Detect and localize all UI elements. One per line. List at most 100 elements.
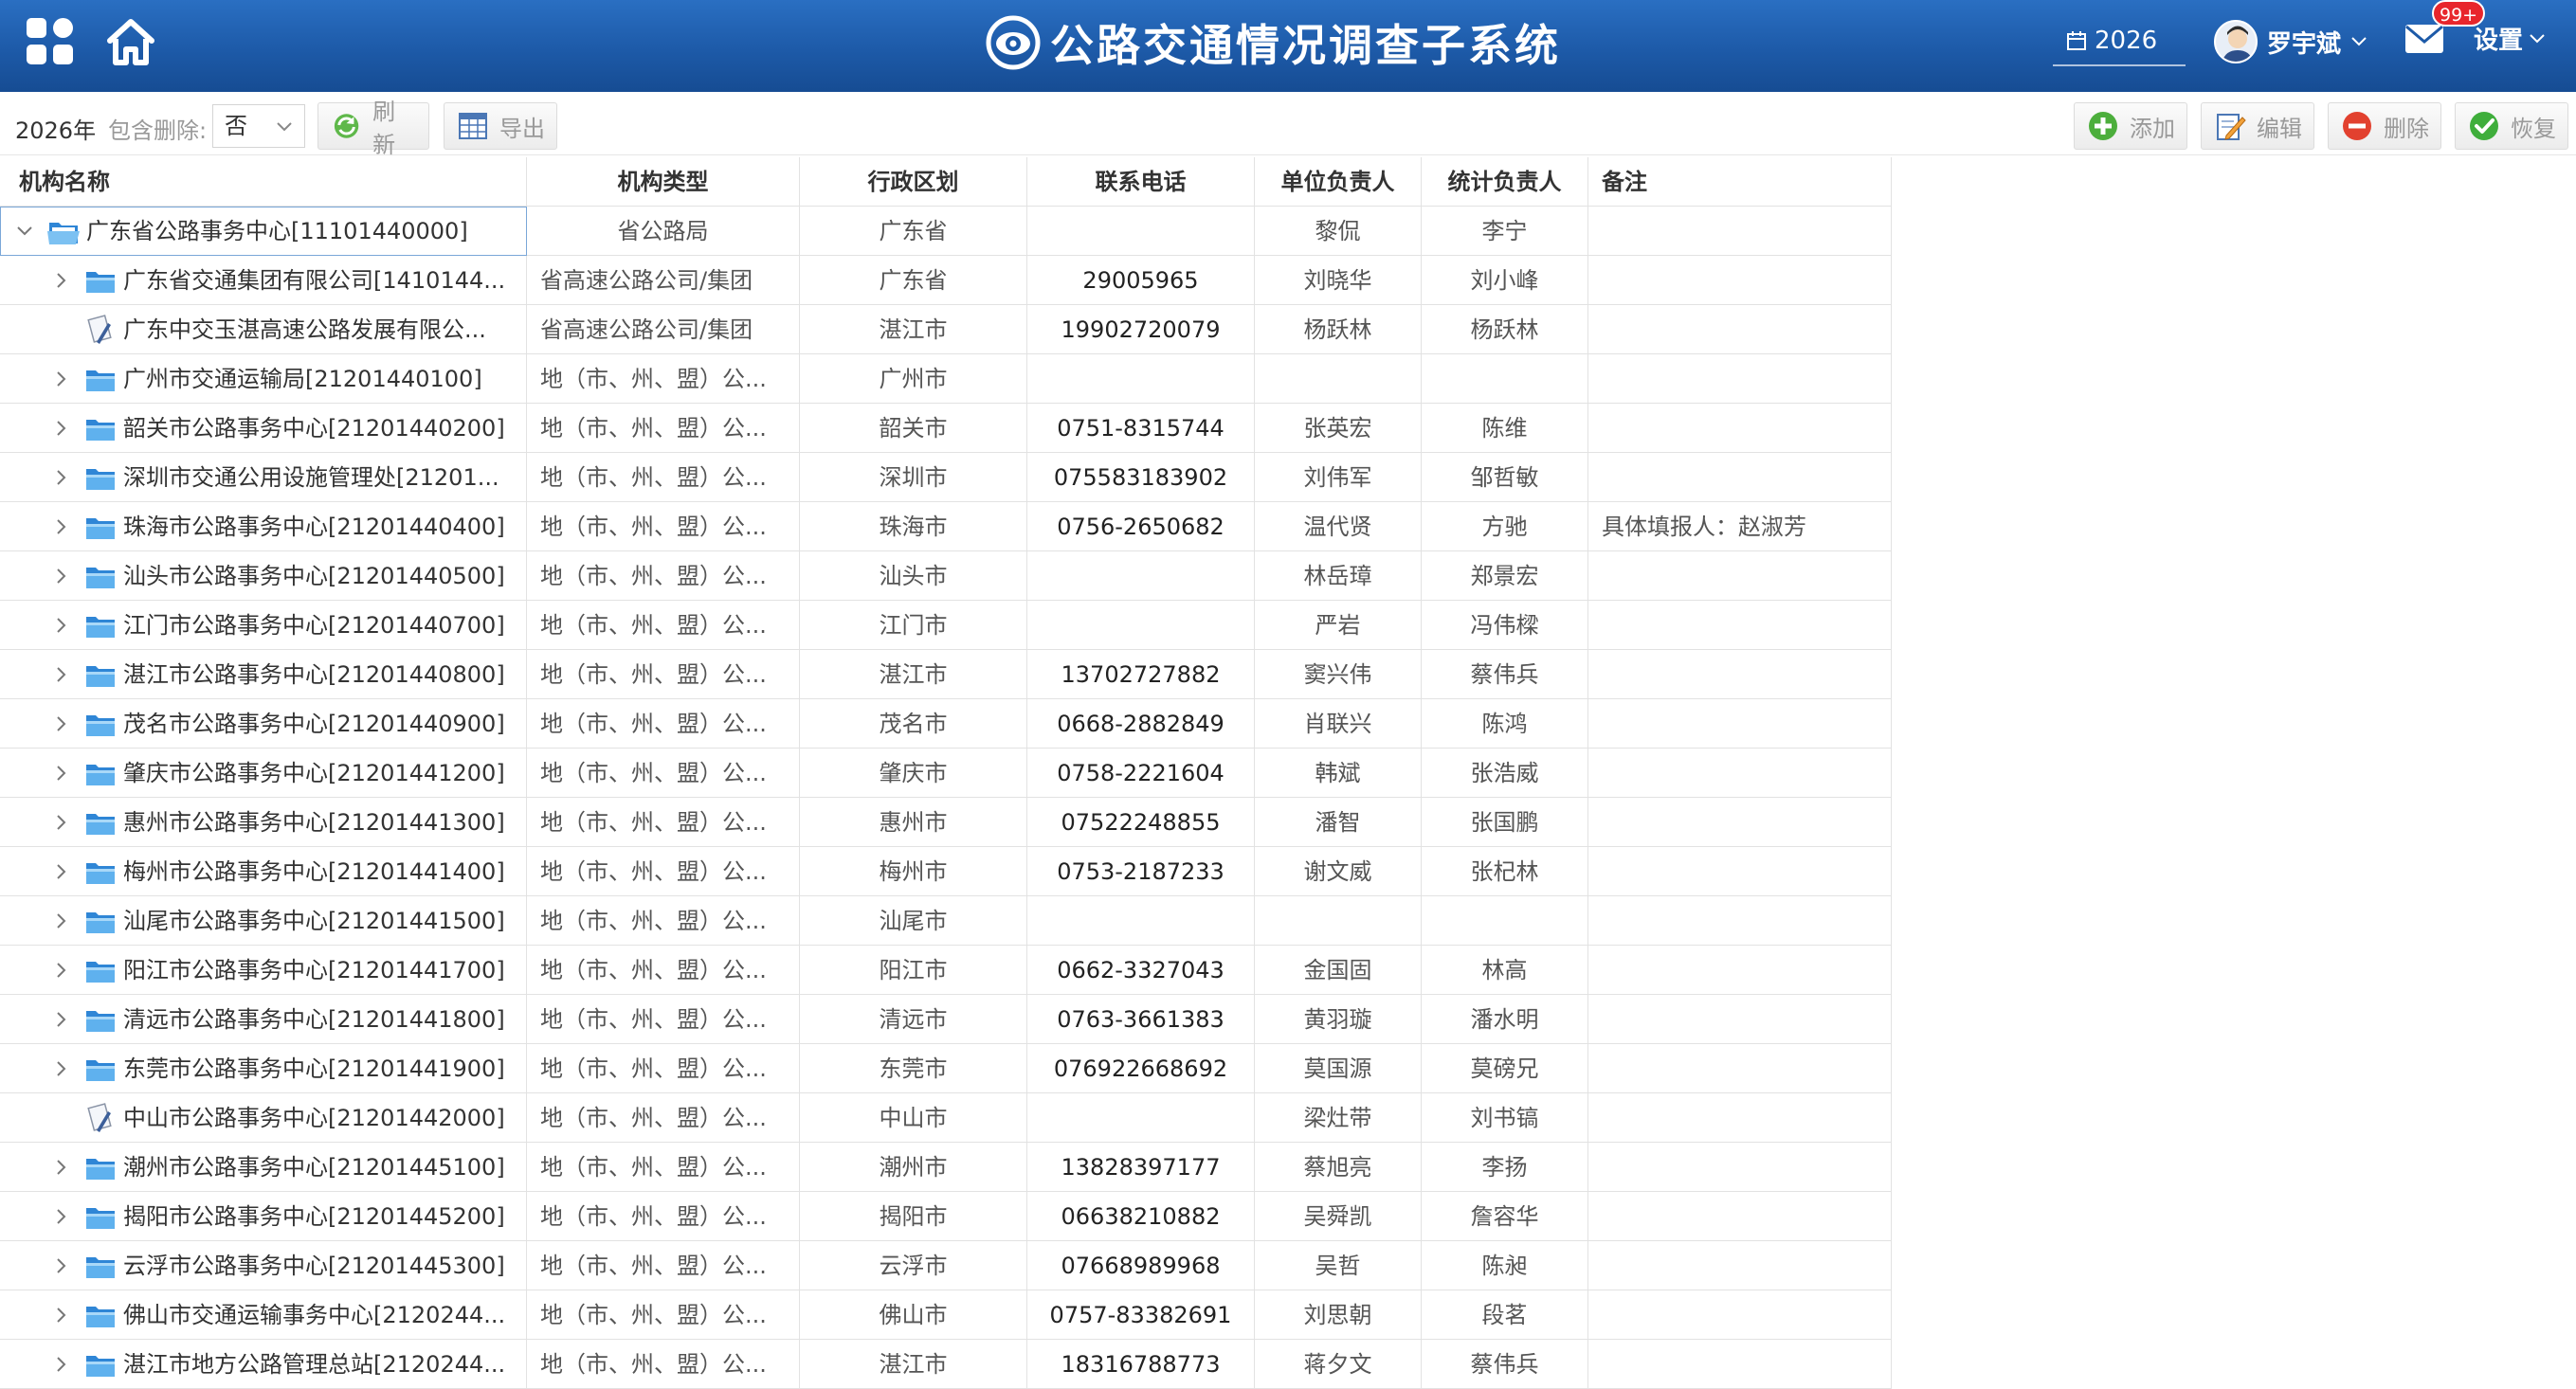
cell-org-name[interactable]: 潮州市公路事务中心[21201445100] — [0, 1143, 527, 1192]
grid-header: 机构名称 机构类型 行政区划 联系电话 单位负责人 统计负责人 备注 — [0, 157, 1892, 207]
apps-grid-icon[interactable] — [27, 18, 74, 65]
folder-icon — [86, 370, 115, 391]
table-row[interactable]: 中山市公路事务中心[21201442000] 地（市、州、盟）公... 中山市 梁灶带… — [0, 1093, 1892, 1143]
chevron-right-icon[interactable] — [47, 907, 76, 935]
chevron-down-icon — [2530, 33, 2545, 43]
table-row[interactable]: 湛江市地方公路管理总站[2120244... 地（市、州、盟）公... 湛江市 183… — [0, 1340, 1892, 1389]
cell-phone: 0756-2650682 — [1027, 502, 1255, 551]
folder-icon — [86, 814, 115, 835]
chevron-right-icon[interactable] — [47, 414, 76, 442]
cell-org-name[interactable]: 揭阳市公路事务中心[21201445200] — [0, 1192, 527, 1241]
year-selector[interactable]: 2026 — [2053, 17, 2186, 66]
table-row[interactable]: 阳江市公路事务中心[21201441700] 地（市、州、盟）公... 阳江市 066… — [0, 946, 1892, 995]
cell-org-name[interactable]: 汕尾市公路事务中心[21201441500] — [0, 896, 527, 946]
chevron-right-icon[interactable] — [47, 1301, 76, 1329]
column-header-note[interactable]: 备注 — [1588, 157, 1892, 207]
cell-org-name[interactable]: 广东省公路事务中心[11101440000] — [0, 207, 527, 256]
chevron-right-icon[interactable] — [47, 857, 76, 886]
chevron-right-icon[interactable] — [47, 1350, 76, 1379]
cell-org-name[interactable]: 惠州市公路事务中心[21201441300] — [0, 798, 527, 847]
cell-unit-head: 吴舜凯 — [1255, 1192, 1422, 1241]
cell-org-name[interactable]: 湛江市公路事务中心[21201440800] — [0, 650, 527, 699]
cell-org-name[interactable]: 江门市公路事务中心[21201440700] — [0, 601, 527, 650]
cell-org-name[interactable]: 韶关市公路事务中心[21201440200] — [0, 404, 527, 453]
table-row[interactable]: 茂名市公路事务中心[21201440900] 地（市、州、盟）公... 茂名市 066… — [0, 699, 1892, 749]
cell-org-name[interactable]: 汕头市公路事务中心[21201440500] — [0, 551, 527, 601]
chevron-right-icon[interactable] — [47, 660, 76, 689]
table-row[interactable]: 云浮市公路事务中心[21201445300] 地（市、州、盟）公... 云浮市 076… — [0, 1241, 1892, 1290]
chevron-right-icon[interactable] — [47, 562, 76, 590]
table-row[interactable]: 韶关市公路事务中心[21201440200] 地（市、州、盟）公... 韶关市 075… — [0, 404, 1892, 453]
cell-org-name[interactable]: 珠海市公路事务中心[21201440400] — [0, 502, 527, 551]
chevron-right-icon[interactable] — [47, 266, 76, 295]
cell-org-name[interactable]: 云浮市公路事务中心[21201445300] — [0, 1241, 527, 1290]
table-row[interactable]: 湛江市公路事务中心[21201440800] 地（市、州、盟）公... 湛江市 137… — [0, 650, 1892, 699]
cell-stat-head: 陈昶 — [1422, 1241, 1588, 1290]
cell-org-name[interactable]: 中山市公路事务中心[21201442000] — [0, 1093, 527, 1143]
table-row[interactable]: 惠州市公路事务中心[21201441300] 地（市、州、盟）公... 惠州市 075… — [0, 798, 1892, 847]
chevron-right-icon[interactable] — [47, 513, 76, 541]
settings-menu[interactable]: 设置 — [2474, 21, 2546, 56]
refresh-button[interactable]: 刷新 — [317, 99, 429, 158]
cell-org-name[interactable]: 清远市公路事务中心[21201441800] — [0, 995, 527, 1044]
home-icon[interactable] — [104, 15, 157, 68]
cell-org-name[interactable]: 东莞市公路事务中心[21201441900] — [0, 1044, 527, 1093]
table-row[interactable]: 肇庆市公路事务中心[21201441200] 地（市、州、盟）公... 肇庆市 075… — [0, 749, 1892, 798]
table-row[interactable]: 广东中交玉湛高速公路发展有限公... 省高速公路公司/集团 湛江市 199027200… — [0, 305, 1892, 354]
edit-button[interactable]: 编辑 — [2201, 102, 2314, 150]
edit-icon — [2217, 114, 2246, 140]
include-deleted-select[interactable]: 否 — [212, 104, 305, 148]
cell-org-name[interactable]: 阳江市公路事务中心[21201441700] — [0, 946, 527, 995]
chevron-right-icon[interactable] — [47, 710, 76, 738]
chevron-right-icon[interactable] — [47, 1252, 76, 1280]
cell-org-name[interactable]: 梅州市公路事务中心[21201441400] — [0, 847, 527, 896]
cell-org-name[interactable]: 湛江市地方公路管理总站[2120244... — [0, 1340, 527, 1389]
table-row[interactable]: 东莞市公路事务中心[21201441900] 地（市、州、盟）公... 东莞市 076… — [0, 1044, 1892, 1093]
chevron-down-icon[interactable] — [10, 217, 39, 245]
export-button[interactable]: 导出 — [444, 102, 557, 150]
table-row[interactable]: 深圳市交通公用设施管理处[21201... 地（市、州、盟）公... 深圳市 0755… — [0, 453, 1892, 502]
table-row[interactable]: 江门市公路事务中心[21201440700] 地（市、州、盟）公... 江门市 严岩冯… — [0, 601, 1892, 650]
cell-org-name[interactable]: 茂名市公路事务中心[21201440900] — [0, 699, 527, 749]
table-row[interactable]: 汕尾市公路事务中心[21201441500] 地（市、州、盟）公... 汕尾市 — [0, 896, 1892, 946]
column-header-unit-head[interactable]: 单位负责人 — [1255, 157, 1422, 207]
cell-stat-head: 陈鸿 — [1422, 699, 1588, 749]
cell-org-name[interactable]: 广州市交通运输局[21201440100] — [0, 354, 527, 404]
chevron-right-icon[interactable] — [47, 463, 76, 492]
column-header-region[interactable]: 行政区划 — [800, 157, 1027, 207]
table-row[interactable]: 潮州市公路事务中心[21201445100] 地（市、州、盟）公... 潮州市 138… — [0, 1143, 1892, 1192]
column-header-name[interactable]: 机构名称 — [0, 157, 527, 207]
chevron-right-icon[interactable] — [47, 365, 76, 393]
chevron-right-icon[interactable] — [47, 611, 76, 640]
table-row[interactable]: 广州市交通运输局[21201440100] 地（市、州、盟）公... 广州市 — [0, 354, 1892, 404]
chevron-right-icon[interactable] — [47, 1153, 76, 1182]
cell-note — [1588, 404, 1892, 453]
table-row[interactable]: 汕头市公路事务中心[21201440500] 地（市、州、盟）公... 汕头市 林岳璋… — [0, 551, 1892, 601]
cell-org-name[interactable]: 广东中交玉湛高速公路发展有限公... — [0, 305, 527, 354]
table-row[interactable]: 佛山市交通运输事务中心[2120244... 地（市、州、盟）公... 佛山市 075… — [0, 1290, 1892, 1340]
restore-button[interactable]: 恢复 — [2455, 102, 2568, 150]
user-menu[interactable]: 罗宇斌 — [2214, 13, 2367, 70]
cell-org-name[interactable]: 肇庆市公路事务中心[21201441200] — [0, 749, 527, 798]
delete-button[interactable]: 删除 — [2328, 102, 2441, 150]
chevron-right-icon[interactable] — [47, 759, 76, 787]
cell-org-name[interactable]: 广东省交通集团有限公司[1410144... — [0, 256, 527, 305]
chevron-right-icon[interactable] — [47, 808, 76, 837]
column-header-phone[interactable]: 联系电话 — [1027, 157, 1255, 207]
table-row[interactable]: 珠海市公路事务中心[21201440400] 地（市、州、盟）公... 珠海市 075… — [0, 502, 1892, 551]
column-header-stat-head[interactable]: 统计负责人 — [1422, 157, 1588, 207]
org-name-text: 广州市交通运输局[21201440100] — [123, 366, 482, 392]
table-row[interactable]: 清远市公路事务中心[21201441800] 地（市、州、盟）公... 清远市 076… — [0, 995, 1892, 1044]
table-row[interactable]: 广东省交通集团有限公司[1410144... 省高速公路公司/集团 广东省 29005… — [0, 256, 1892, 305]
column-header-type[interactable]: 机构类型 — [527, 157, 800, 207]
table-row[interactable]: 广东省公路事务中心[11101440000] 省公路局 广东省 黎侃 李宁 — [0, 207, 1892, 256]
add-button[interactable]: 添加 — [2074, 102, 2187, 150]
table-row[interactable]: 梅州市公路事务中心[21201441400] 地（市、州、盟）公... 梅州市 075… — [0, 847, 1892, 896]
cell-org-name[interactable]: 深圳市交通公用设施管理处[21201... — [0, 453, 527, 502]
cell-org-name[interactable]: 佛山市交通运输事务中心[2120244... — [0, 1290, 527, 1340]
chevron-right-icon[interactable] — [47, 1202, 76, 1231]
chevron-right-icon[interactable] — [47, 956, 76, 984]
chevron-right-icon[interactable] — [47, 1005, 76, 1034]
table-row[interactable]: 揭阳市公路事务中心[21201445200] 地（市、州、盟）公... 揭阳市 066… — [0, 1192, 1892, 1241]
chevron-right-icon[interactable] — [47, 1055, 76, 1083]
